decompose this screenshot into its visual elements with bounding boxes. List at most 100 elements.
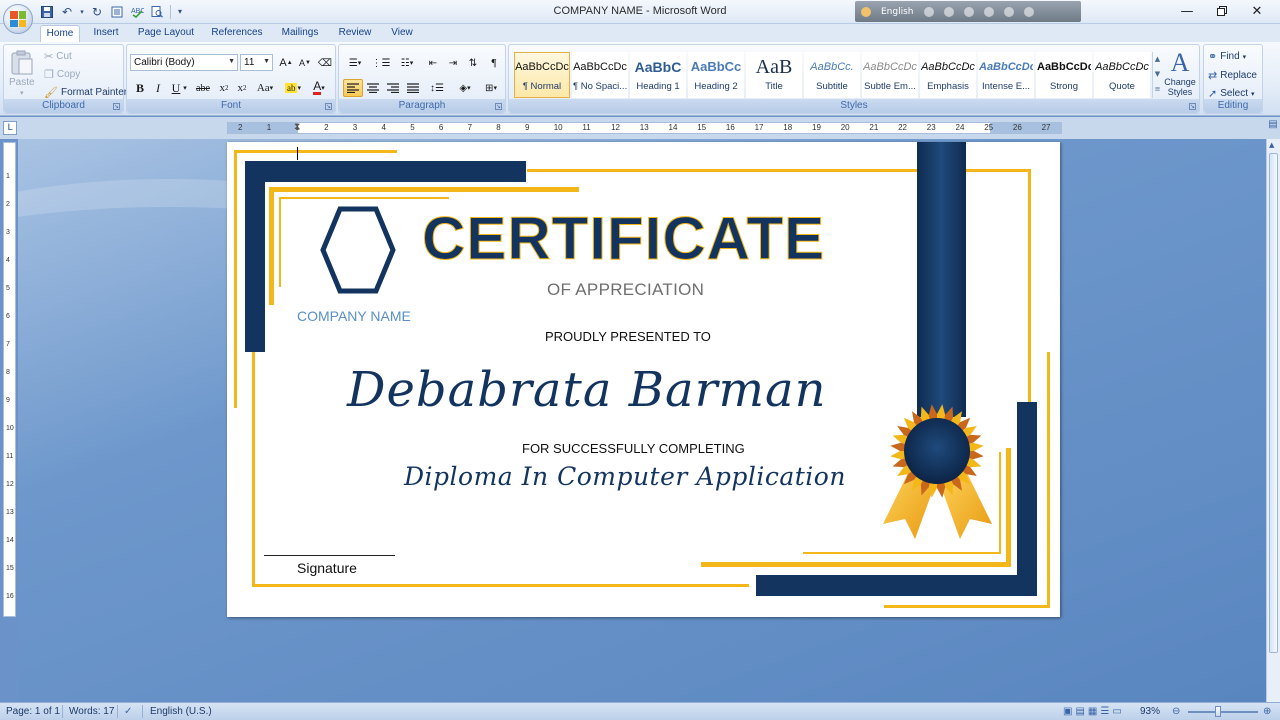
document-page[interactable]: CERTIFICATE OF APPRECIATION COMPANY NAME…	[227, 142, 1060, 617]
font-name-combo[interactable]: Calibri (Body) ▼	[130, 54, 238, 71]
styles-launcher-icon[interactable]: ↘	[1189, 103, 1196, 110]
language-label[interactable]: English	[881, 7, 914, 17]
save-icon[interactable]	[38, 3, 56, 20]
zoom-in-icon[interactable]: ⊕	[1263, 706, 1271, 717]
word-count[interactable]: Words: 17	[69, 706, 114, 717]
redo-icon[interactable]: ↻	[88, 3, 106, 20]
restore-icon[interactable]	[1205, 0, 1239, 22]
vertical-ruler[interactable]: 1 2 3 4 5 6 7 8 9 10 11 12 13 14 15 16	[3, 142, 16, 617]
indent-marker-icon[interactable]: ⧗	[294, 123, 300, 132]
shading-icon[interactable]: ◈ ▾	[453, 79, 477, 97]
draft-view-icon[interactable]: ▭	[1112, 706, 1124, 717]
handwriting-icon[interactable]	[943, 6, 954, 17]
find-button[interactable]: ⚭ Find ▾	[1208, 50, 1246, 63]
underline-dropdown-icon[interactable]: ▾	[180, 79, 190, 97]
cut-button[interactable]: ✂ Cut	[44, 50, 72, 63]
align-right-icon[interactable]	[383, 79, 403, 97]
horizontal-ruler[interactable]: 2 1 1 2 3 4 5 6 7 8 9 10 11 12 13 14 15 16 17 18 19 20 21 22 23 2…	[227, 122, 1062, 134]
vertical-scrollbar[interactable]: ▲	[1266, 139, 1280, 702]
tab-insert[interactable]: Insert	[86, 25, 126, 42]
ime-icon[interactable]	[861, 6, 871, 17]
italic-icon[interactable]: I	[148, 79, 168, 97]
print-preview-icon[interactable]	[148, 3, 166, 20]
font-color-icon[interactable]: A ▾	[307, 79, 331, 97]
undo-icon[interactable]: ↶	[58, 3, 76, 20]
style-no-spacing[interactable]: AaBbCcDc ¶ No Spaci...	[572, 52, 628, 98]
zoom-slider-thumb[interactable]	[1215, 706, 1221, 717]
line-spacing-icon[interactable]: ↕☰	[425, 79, 449, 97]
tab-page-layout[interactable]: Page Layout	[135, 25, 197, 42]
increase-indent-icon[interactable]: ⇥	[443, 54, 463, 72]
superscript-icon[interactable]: x2	[232, 79, 252, 97]
align-center-icon[interactable]	[363, 79, 383, 97]
borders-icon[interactable]: ⊞ ▾	[479, 79, 503, 97]
clipboard-launcher-icon[interactable]: ↘	[113, 103, 120, 110]
replace-button[interactable]: ⇄ Replace	[1208, 69, 1257, 82]
subscript-icon[interactable]: x2	[214, 79, 234, 97]
tab-view[interactable]: View	[384, 25, 420, 42]
tab-selector[interactable]: L	[3, 121, 17, 135]
proofing-icon[interactable]: ✓	[124, 706, 132, 717]
format-painter-button[interactable]: 🖌 Format Painter	[44, 86, 127, 99]
copy-button[interactable]: ❐ Copy	[44, 68, 80, 81]
keyboard-icon[interactable]	[923, 6, 934, 17]
style-strong[interactable]: AaBbCcDc Strong	[1036, 52, 1092, 98]
view-ruler-icon[interactable]: ▤	[1266, 119, 1280, 137]
tab-home[interactable]: Home	[40, 25, 80, 42]
language-status[interactable]: English (U.S.)	[150, 706, 212, 717]
office-button[interactable]	[3, 4, 33, 34]
bullets-icon[interactable]: ☰ ▾	[343, 54, 367, 72]
print-layout-icon[interactable]	[108, 3, 126, 20]
sort-icon[interactable]: ⇅	[463, 54, 483, 72]
close-icon[interactable]: ✕	[1240, 0, 1274, 22]
undo-dropdown-icon[interactable]: ▾	[78, 3, 86, 20]
style-subtitle[interactable]: AaBbCc. Subtitle	[804, 52, 860, 98]
tab-review[interactable]: Review	[334, 25, 376, 42]
font-launcher-icon[interactable]: ↘	[325, 103, 332, 110]
tab-mailings[interactable]: Mailings	[275, 25, 325, 42]
highlight-icon[interactable]: ab ▾	[281, 79, 305, 97]
strikethrough-icon[interactable]: abe	[193, 79, 213, 97]
bold-icon[interactable]: B	[130, 79, 150, 97]
zoom-level[interactable]: 93%	[1140, 706, 1160, 717]
justify-icon[interactable]	[403, 79, 423, 97]
numbering-icon[interactable]: ⋮☰	[369, 54, 393, 72]
settings-icon[interactable]	[963, 6, 974, 17]
zoom-out-icon[interactable]: ⊖	[1172, 706, 1180, 717]
change-styles-button[interactable]: A Change Styles	[1161, 49, 1199, 98]
shrink-font-icon[interactable]: A ▼	[295, 54, 315, 72]
page-count[interactable]: Page: 1 of 1	[6, 706, 60, 717]
show-formatting-icon[interactable]: ¶	[484, 54, 504, 72]
scroll-up-icon[interactable]: ▲	[1269, 141, 1274, 149]
spelling-check-icon[interactable]: ABC	[128, 3, 146, 20]
scroll-thumb[interactable]	[1269, 153, 1278, 653]
multilevel-list-icon[interactable]: ☷ ▾	[395, 54, 419, 72]
style-subtle-emphasis[interactable]: AaBbCcDc Subtle Em...	[862, 52, 918, 98]
style-heading-1[interactable]: AaBbC Heading 1	[630, 52, 686, 98]
options-icon[interactable]	[1023, 6, 1034, 17]
tab-references[interactable]: References	[207, 25, 267, 42]
style-intense-emphasis[interactable]: AaBbCcDc Intense E...	[978, 52, 1034, 98]
zoom-slider-track[interactable]	[1188, 711, 1258, 713]
change-case-icon[interactable]: Aa ▾	[253, 79, 277, 97]
help-icon[interactable]	[1003, 6, 1014, 17]
customize-qat-icon[interactable]: ▾	[175, 3, 185, 20]
decrease-indent-icon[interactable]: ⇤	[423, 54, 443, 72]
font-size-combo[interactable]: 11 ▼	[240, 54, 273, 71]
web-layout-icon[interactable]: ▦	[1088, 706, 1100, 717]
style-quote[interactable]: AaBbCcDc Quote	[1094, 52, 1150, 98]
align-left-icon[interactable]	[343, 79, 363, 97]
print-layout-view-icon[interactable]: ▣	[1063, 706, 1075, 717]
speech-icon[interactable]	[983, 6, 994, 17]
clear-formatting-icon[interactable]: ⌫	[315, 54, 335, 72]
paste-dropdown-icon[interactable]: ▾	[20, 89, 24, 97]
paste-button[interactable]: Paste ▾	[9, 50, 35, 97]
full-screen-reading-icon[interactable]: ▤	[1075, 706, 1087, 717]
grow-font-icon[interactable]: A ▲	[276, 54, 296, 72]
style-title[interactable]: AaB Title	[746, 52, 802, 98]
minimize-icon[interactable]: —	[1170, 0, 1204, 22]
outline-view-icon[interactable]: ☰	[1100, 706, 1112, 717]
style-emphasis[interactable]: AaBbCcDc Emphasis	[920, 52, 976, 98]
style-normal[interactable]: AaBbCcDc ¶ Normal	[514, 52, 570, 98]
paragraph-launcher-icon[interactable]: ↘	[495, 103, 502, 110]
